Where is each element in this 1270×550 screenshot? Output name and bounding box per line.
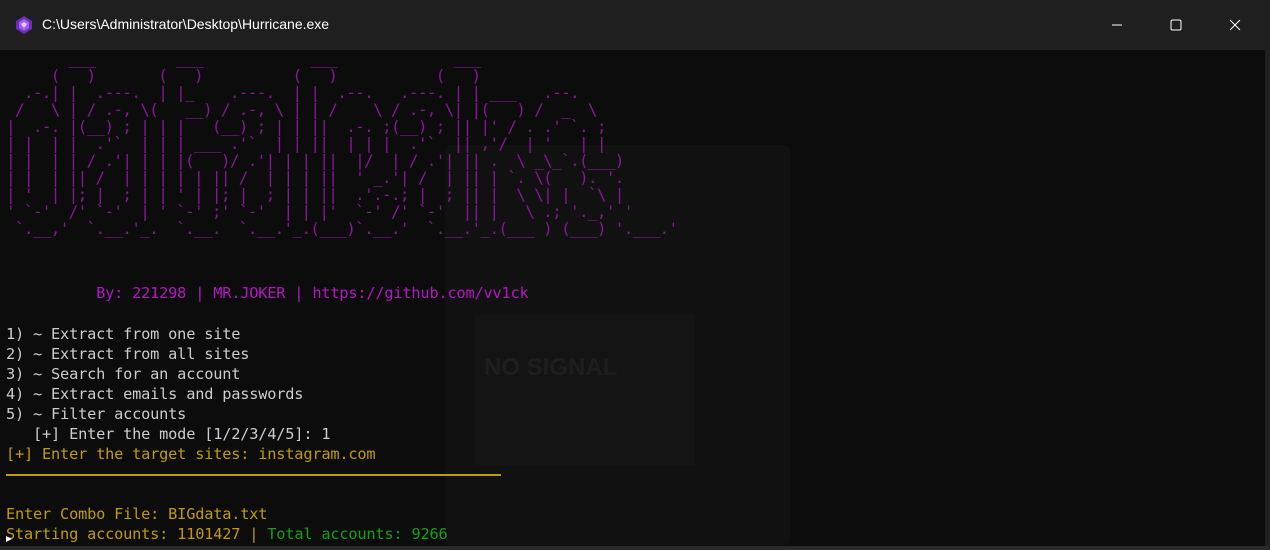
ascii-banner: ___ ___ ___ ___ ( ) ( ) ( ) ( ) .-.| | .… [6, 50, 678, 238]
menu-item-1: 1) ~ Extract from one site [6, 325, 241, 343]
starting-accounts: Starting accounts: 1101427 | [6, 525, 259, 543]
background-image-screen [475, 315, 695, 465]
maximize-button[interactable] [1147, 0, 1205, 50]
menu-item-4: 4) ~ Extract emails and passwords [6, 385, 304, 403]
menu-item-5: 5) ~ Filter accounts [6, 405, 187, 423]
target-prompt: [+] Enter the target sites: instagram.co… [6, 445, 376, 463]
close-button[interactable] [1206, 0, 1264, 50]
background-image-text: NO SIGNAL [484, 354, 618, 381]
terminal-output[interactable]: NO SIGNAL ___ ___ ___ ___ ( ) ( ) ( ) ( … [0, 50, 1265, 546]
window-bottom-edge [0, 546, 1270, 550]
combo-file-prompt: Enter Combo File: BIGdata.txt [6, 505, 268, 523]
menu-item-3: 3) ~ Search for an account [6, 365, 241, 383]
divider-line [6, 474, 501, 476]
mode-prompt: [+] Enter the mode [1/2/3/4/5]: 1 [6, 425, 331, 443]
window-title: C:\Users\Administrator\Desktop\Hurricane… [42, 16, 330, 32]
minimize-icon [1112, 24, 1122, 26]
title-bar[interactable]: C:\Users\Administrator\Desktop\Hurricane… [0, 0, 1270, 50]
close-icon [1229, 19, 1241, 31]
total-accounts: Total accounts: 9266 [258, 525, 448, 543]
purple-gem-icon [16, 16, 32, 34]
credit-line: By: 221298 | MR.JOKER | https://github.c… [6, 284, 529, 302]
maximize-icon [1170, 19, 1182, 31]
terminal-window: C:\Users\Administrator\Desktop\Hurricane… [0, 0, 1270, 550]
mouse-cursor-icon [6, 536, 12, 542]
scrollbar[interactable] [1265, 50, 1270, 550]
menu-item-2: 2) ~ Extract from all sites [6, 345, 250, 363]
accounts-status: Starting accounts: 1101427 | Total accou… [6, 524, 448, 544]
minimize-button[interactable] [1088, 0, 1146, 50]
